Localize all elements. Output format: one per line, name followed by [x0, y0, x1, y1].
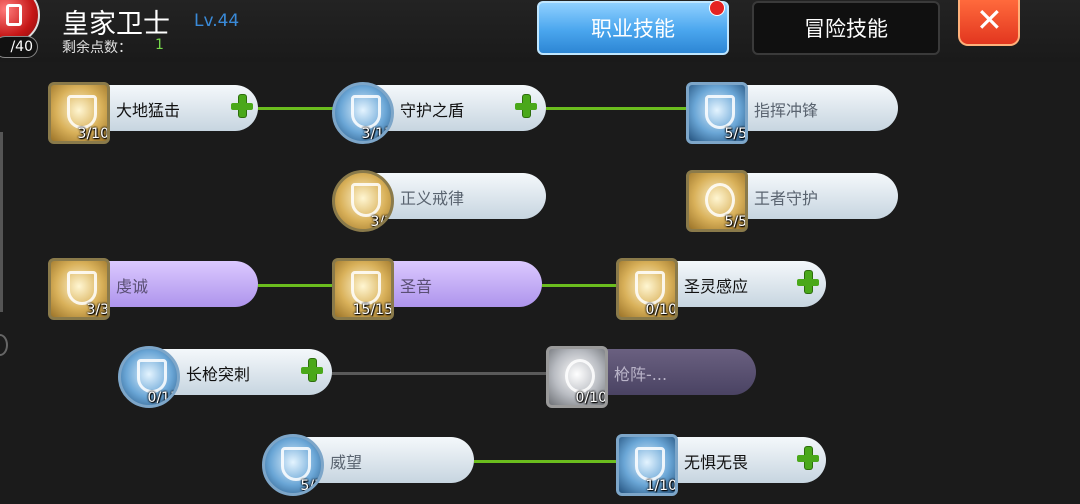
tab-job-skills[interactable]: 职业技能 — [537, 1, 729, 55]
skill-node[interactable]: 指挥冲锋 5/5 — [686, 82, 898, 144]
skill-node[interactable]: 长枪突刺 0/15 — [118, 346, 334, 408]
skill-name: 守护之盾 — [400, 101, 465, 120]
close-button[interactable]: ✕ — [958, 0, 1020, 46]
skill-name: 无惧无畏 — [684, 453, 749, 472]
skill-level: 5/5 — [300, 478, 323, 494]
plus-icon[interactable] — [300, 358, 324, 382]
skill-name: 威望 — [330, 453, 363, 472]
remaining-points-label: 剩余点数： — [62, 40, 132, 56]
skill-level: 0/15 — [147, 390, 179, 406]
class-emblem-icon — [6, 4, 22, 26]
connector-line — [542, 284, 618, 287]
skill-node[interactable]: 正义戒律 3/3 — [332, 170, 548, 232]
shield-burst-icon: 3/10 — [48, 82, 110, 144]
holy-spirit-icon: 0/10 — [616, 258, 678, 320]
spear-array-icon: 0/10 — [546, 346, 608, 408]
scroll-handle[interactable] — [0, 334, 8, 356]
king-guard-icon: 5/5 — [686, 170, 748, 232]
skill-node[interactable]: 圣音 15/15 — [332, 258, 544, 320]
command-charge-icon: 5/5 — [686, 82, 748, 144]
remaining-points-value: 1 — [155, 37, 164, 53]
skill-node[interactable]: 大地猛击 3/10 — [48, 82, 260, 144]
plus-icon[interactable] — [230, 94, 254, 118]
guardian-shield-icon: 3/15 — [332, 82, 394, 144]
class-level: Lv.44 — [194, 11, 240, 31]
skill-node[interactable]: 威望 5/5 — [262, 434, 476, 496]
skill-name: 王者守护 — [754, 189, 819, 208]
skill-level: 3/10 — [77, 126, 109, 142]
close-icon: ✕ — [976, 1, 1003, 39]
skill-tree: 大地猛击 3/10 守护之盾 3/15 指挥冲锋 5/5 正义戒律 3/3 王者… — [0, 62, 1080, 504]
skill-node[interactable]: 圣灵感应 0/10 — [616, 258, 828, 320]
skill-node[interactable]: 虔诚 3/3 — [48, 258, 260, 320]
skill-level: 3/3 — [370, 214, 393, 230]
skill-level: 15/15 — [352, 302, 393, 318]
skill-node[interactable]: 枪阵-... 0/10 — [546, 346, 758, 408]
skill-level: 3/3 — [86, 302, 109, 318]
skill-level: 1/10 — [645, 478, 677, 494]
skill-name: 长枪突刺 — [186, 365, 251, 384]
skill-level: 3/15 — [361, 126, 393, 142]
notification-dot — [709, 0, 725, 16]
scroll-rail — [0, 132, 3, 312]
skill-name: 枪阵-... — [614, 365, 668, 384]
plus-icon[interactable] — [796, 270, 820, 294]
skill-level: 5/5 — [724, 126, 747, 142]
skill-level: 0/10 — [645, 302, 677, 318]
justice-icon: 3/3 — [332, 170, 394, 232]
class-title: 皇家卫士 — [62, 9, 170, 40]
connector-line — [546, 107, 688, 110]
spear-thrust-icon: 0/15 — [118, 346, 180, 408]
skill-node[interactable]: 王者守护 5/5 — [686, 170, 898, 232]
skill-level: 5/5 — [724, 214, 747, 230]
skill-name: 虔诚 — [116, 277, 149, 296]
plus-icon[interactable] — [796, 446, 820, 470]
skill-name: 大地猛击 — [116, 101, 181, 120]
tab-adventure-skills[interactable]: 冒险技能 — [752, 1, 940, 55]
connector-line — [258, 107, 334, 110]
piety-shield-icon: 3/3 — [48, 258, 110, 320]
skill-level: 0/10 — [575, 390, 607, 406]
prestige-fist-icon: 5/5 — [262, 434, 324, 496]
skill-name: 圣灵感应 — [684, 277, 749, 296]
skill-node[interactable]: 守护之盾 3/15 — [332, 82, 548, 144]
holy-voice-icon: 15/15 — [332, 258, 394, 320]
top-bar: /40 皇家卫士 Lv.44 剩余点数： 1 职业技能 冒险技能 ✕ — [0, 0, 1080, 62]
connector-line — [332, 372, 548, 375]
connector-line — [474, 460, 618, 463]
avatar-level-badge: /40 — [0, 36, 38, 58]
skill-node[interactable]: 无惧无畏 1/10 — [616, 434, 828, 496]
skill-name: 正义戒律 — [400, 189, 465, 208]
skill-name: 指挥冲锋 — [754, 101, 819, 120]
fearless-icon: 1/10 — [616, 434, 678, 496]
skill-name: 圣音 — [400, 277, 433, 296]
connector-line — [258, 284, 334, 287]
plus-icon[interactable] — [514, 94, 538, 118]
